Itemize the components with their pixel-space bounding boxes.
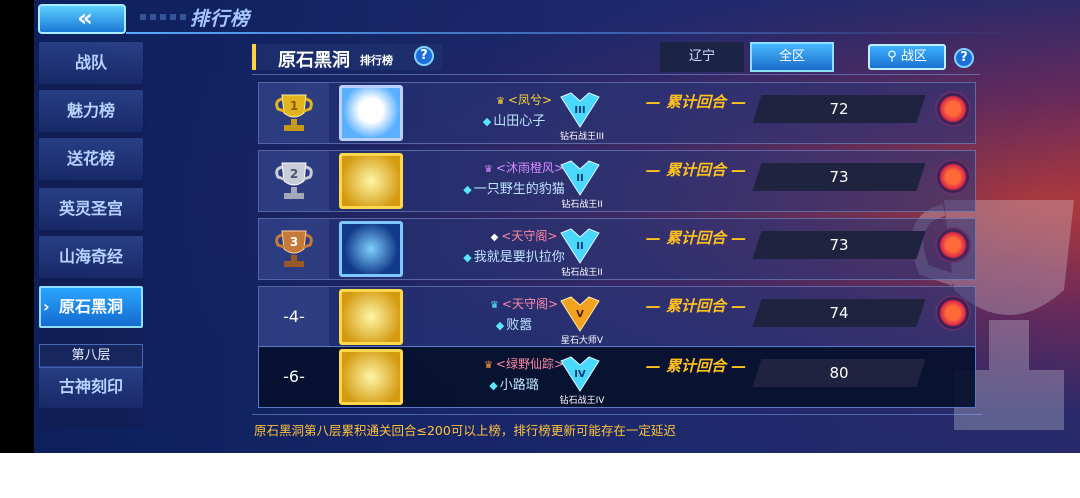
silver-trophy-icon: 2 bbox=[275, 162, 313, 199]
sidebar-subitem-floor-8[interactable]: 第八层 bbox=[39, 344, 143, 368]
gem-icon: ◆ bbox=[489, 379, 498, 392]
header-decoration bbox=[140, 14, 190, 20]
my-ranking-row[interactable]: -6- ♛ <绿野仙踪> ◆ 小路璐 IV 钻石战王IV — 累计回合 — 80 bbox=[258, 346, 976, 408]
score-label: — 累计回合 — bbox=[645, 161, 747, 179]
score-label: — 累计回合 — bbox=[645, 93, 747, 111]
team-rank-icon: ♛ bbox=[483, 360, 493, 371]
svg-text:II: II bbox=[576, 173, 583, 184]
rank-cell: 2 bbox=[259, 151, 329, 211]
sidebar-item-ancient-seal[interactable]: 古神刻印 bbox=[39, 366, 143, 408]
notice-divider bbox=[252, 414, 982, 415]
header-divider bbox=[126, 32, 1026, 34]
team-rank-icon: ♛ bbox=[489, 300, 499, 311]
rank-cell: -4- bbox=[259, 287, 329, 347]
team-rank-icon: ♛ bbox=[495, 96, 505, 107]
score-label: — 累计回合 — bbox=[645, 357, 747, 375]
ranking-row[interactable]: -4- ♛ <天守阁> ◆ 败嚣 V 星石大师V — 累计回合 — 74 bbox=[258, 286, 976, 348]
notice-text: 原石黑洞第八层累积通关回合≤200可以上榜，排行榜更新可能存在一定延迟 bbox=[254, 423, 676, 438]
score-label: — 累计回合 — bbox=[645, 229, 747, 247]
team-rank-icon: ♛ bbox=[483, 164, 493, 175]
avatar[interactable] bbox=[339, 221, 403, 277]
svg-text:V: V bbox=[576, 309, 584, 320]
left-letterbox bbox=[0, 0, 34, 453]
game-stage: « 排行榜 战队 魅力榜 送花榜 英灵圣宫 山海奇经 原石黑洞 第八层 古神刻印… bbox=[0, 0, 1080, 498]
avatar[interactable] bbox=[339, 349, 403, 405]
bronze-trophy-icon: 3 bbox=[275, 230, 313, 267]
ranking-row[interactable]: 3 ◆ <天守阁> ◆ 我就是要扒拉你 II 钻石战王II — 累计回合 — 73 bbox=[258, 218, 976, 280]
zone-button[interactable]: ⚲ 战区 bbox=[868, 44, 946, 70]
sidebar-item-shanhai[interactable]: 山海奇经 bbox=[39, 236, 143, 278]
sidebar-item-charm[interactable]: 魅力榜 bbox=[39, 90, 143, 132]
panel-title: 原石黑洞 bbox=[278, 50, 350, 71]
rank-badge-label: 钻石战王II bbox=[561, 200, 603, 210]
rank-number: 1 bbox=[290, 99, 298, 113]
team-rank-icon: ◆ bbox=[490, 232, 499, 243]
send-flower-button[interactable] bbox=[935, 159, 971, 195]
diamond-badge-icon: IV bbox=[560, 356, 600, 392]
avatar[interactable] bbox=[339, 85, 403, 141]
gem-icon: ◆ bbox=[482, 115, 492, 128]
sidebar-item-heroic-palace[interactable]: 英灵圣宫 bbox=[39, 188, 143, 230]
gem-icon: ◆ bbox=[495, 319, 505, 332]
rank-cell: 3 bbox=[259, 219, 329, 279]
diamond-badge-icon: II bbox=[560, 160, 600, 196]
score-value: 80 bbox=[829, 364, 849, 382]
gold-trophy-icon: 1 bbox=[275, 94, 313, 131]
ranking-row[interactable]: 2 ♛ <沐雨橙风> ◆ 一只野生的豹猫 II 钻石战王II — 累计回合 — 73 bbox=[258, 150, 976, 212]
rank-badge-label: 钻石战王II bbox=[561, 268, 603, 278]
ranking-panel: 原石黑洞 排行榜 ? 辽宁 全区 ⚲ 战区 ? 1 ♛ <凤兮> ◆ 山田心子 … bbox=[252, 40, 982, 440]
score-value: 72 bbox=[829, 100, 849, 118]
score-value: 73 bbox=[829, 168, 849, 186]
zone-help-icon[interactable]: ? bbox=[954, 48, 974, 68]
panel-divider bbox=[252, 74, 980, 75]
send-flower-button[interactable] bbox=[935, 91, 971, 127]
send-flower-button[interactable] bbox=[935, 295, 971, 331]
bottom-blank-area bbox=[0, 453, 1080, 498]
score-value: 74 bbox=[829, 304, 849, 322]
diamond-badge-icon: III bbox=[560, 92, 600, 128]
rank-badge-label: 钻石战王IV bbox=[559, 396, 605, 406]
tab-all-region[interactable]: 全区 bbox=[750, 42, 834, 72]
svg-text:II: II bbox=[576, 241, 583, 252]
tab-liaoning[interactable]: 辽宁 bbox=[660, 42, 744, 72]
rank-cell: 1 bbox=[259, 83, 329, 143]
send-flower-button[interactable] bbox=[935, 227, 971, 263]
gem-icon: ◆ bbox=[463, 251, 472, 264]
zone-button-label: 战区 bbox=[900, 49, 927, 64]
sidebar-item-black-hole[interactable]: 原石黑洞 bbox=[39, 286, 143, 328]
panel-subtitle: 排行榜 bbox=[360, 54, 393, 67]
rank-cell: -6- bbox=[259, 347, 329, 407]
sidebar-item-flowers[interactable]: 送花榜 bbox=[39, 138, 143, 180]
score-label: — 累计回合 — bbox=[645, 297, 747, 315]
star-badge-icon: V bbox=[560, 296, 600, 332]
diamond-badge-icon: II bbox=[560, 228, 600, 264]
ranking-row[interactable]: 1 ♛ <凤兮> ◆ 山田心子 III 钻石战王III — 累计回合 — 72 bbox=[258, 82, 976, 144]
sidebar-item-team[interactable]: 战队 bbox=[39, 42, 143, 84]
rank-badge-label: 星石大师V bbox=[560, 336, 604, 346]
rank-number: 2 bbox=[290, 167, 298, 181]
avatar[interactable] bbox=[339, 289, 403, 345]
svg-text:III: III bbox=[574, 105, 585, 116]
back-icon: « bbox=[77, 4, 92, 32]
sidebar: 战队 魅力榜 送花榜 英灵圣宫 山海奇经 原石黑洞 第八层 古神刻印 bbox=[39, 42, 145, 427]
location-pin-icon: ⚲ bbox=[887, 49, 901, 64]
avatar[interactable] bbox=[339, 153, 403, 209]
rank-number: -6- bbox=[283, 367, 305, 386]
panel-help-icon[interactable]: ? bbox=[414, 46, 434, 66]
gem-icon: ◆ bbox=[463, 183, 472, 196]
rank-number: -4- bbox=[283, 307, 305, 326]
svg-text:IV: IV bbox=[574, 369, 586, 380]
page-title: 排行榜 bbox=[190, 8, 251, 30]
score-value: 73 bbox=[829, 236, 849, 254]
rank-badge-label: 钻石战王III bbox=[560, 132, 604, 142]
rank-number: 3 bbox=[290, 235, 298, 249]
back-button[interactable]: « bbox=[38, 4, 126, 34]
